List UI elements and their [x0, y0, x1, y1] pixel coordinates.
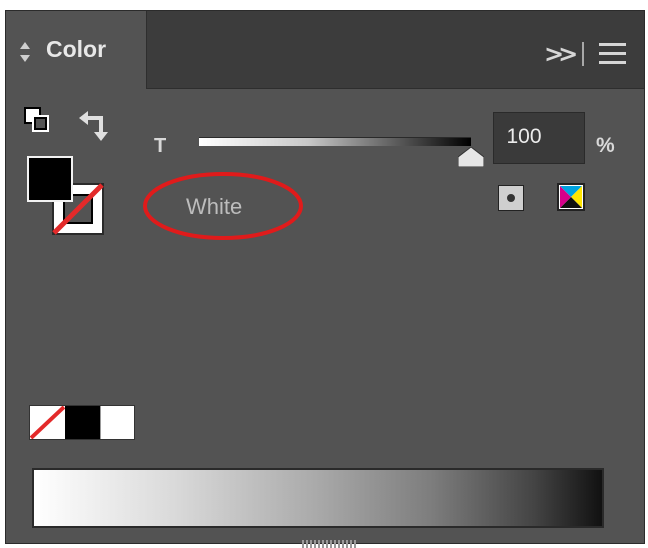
color-panel: Color >> T 100 % White: [5, 10, 645, 548]
swatch-black[interactable]: [65, 406, 100, 439]
swap-fill-stroke-icon[interactable]: [79, 108, 113, 142]
tab-color[interactable]: Color: [6, 11, 147, 89]
tint-percent-value[interactable]: 100: [494, 125, 554, 149]
hamburger-icon[interactable]: [599, 43, 626, 65]
panel-controls: >>: [524, 39, 634, 69]
fill-swatch[interactable]: [27, 156, 73, 202]
swatch-none[interactable]: [29, 405, 66, 440]
panel-tab-bar: Color >>: [6, 11, 644, 89]
tint-slider-thumb[interactable]: [458, 147, 484, 167]
swatch-white[interactable]: [99, 406, 134, 439]
double-chevron-right-icon[interactable]: >>: [544, 39, 578, 69]
menu-separator: [582, 42, 584, 66]
percent-sign: %: [596, 134, 615, 157]
default-fill-stroke-icon[interactable]: [24, 107, 50, 133]
tint-percent-field[interactable]: 100: [493, 112, 585, 164]
quick-swatches: [29, 405, 135, 440]
highlight-ellipse: [143, 172, 303, 240]
updown-arrows-icon[interactable]: [20, 42, 30, 62]
process-color-icon[interactable]: [498, 185, 524, 211]
tint-slider[interactable]: [199, 137, 471, 146]
tab-title: Color: [46, 36, 107, 62]
none-slash-icon: [29, 405, 66, 440]
cmyk-icon[interactable]: [557, 183, 585, 211]
tint-label: T: [154, 135, 167, 157]
color-spectrum-ramp[interactable]: [32, 468, 604, 528]
